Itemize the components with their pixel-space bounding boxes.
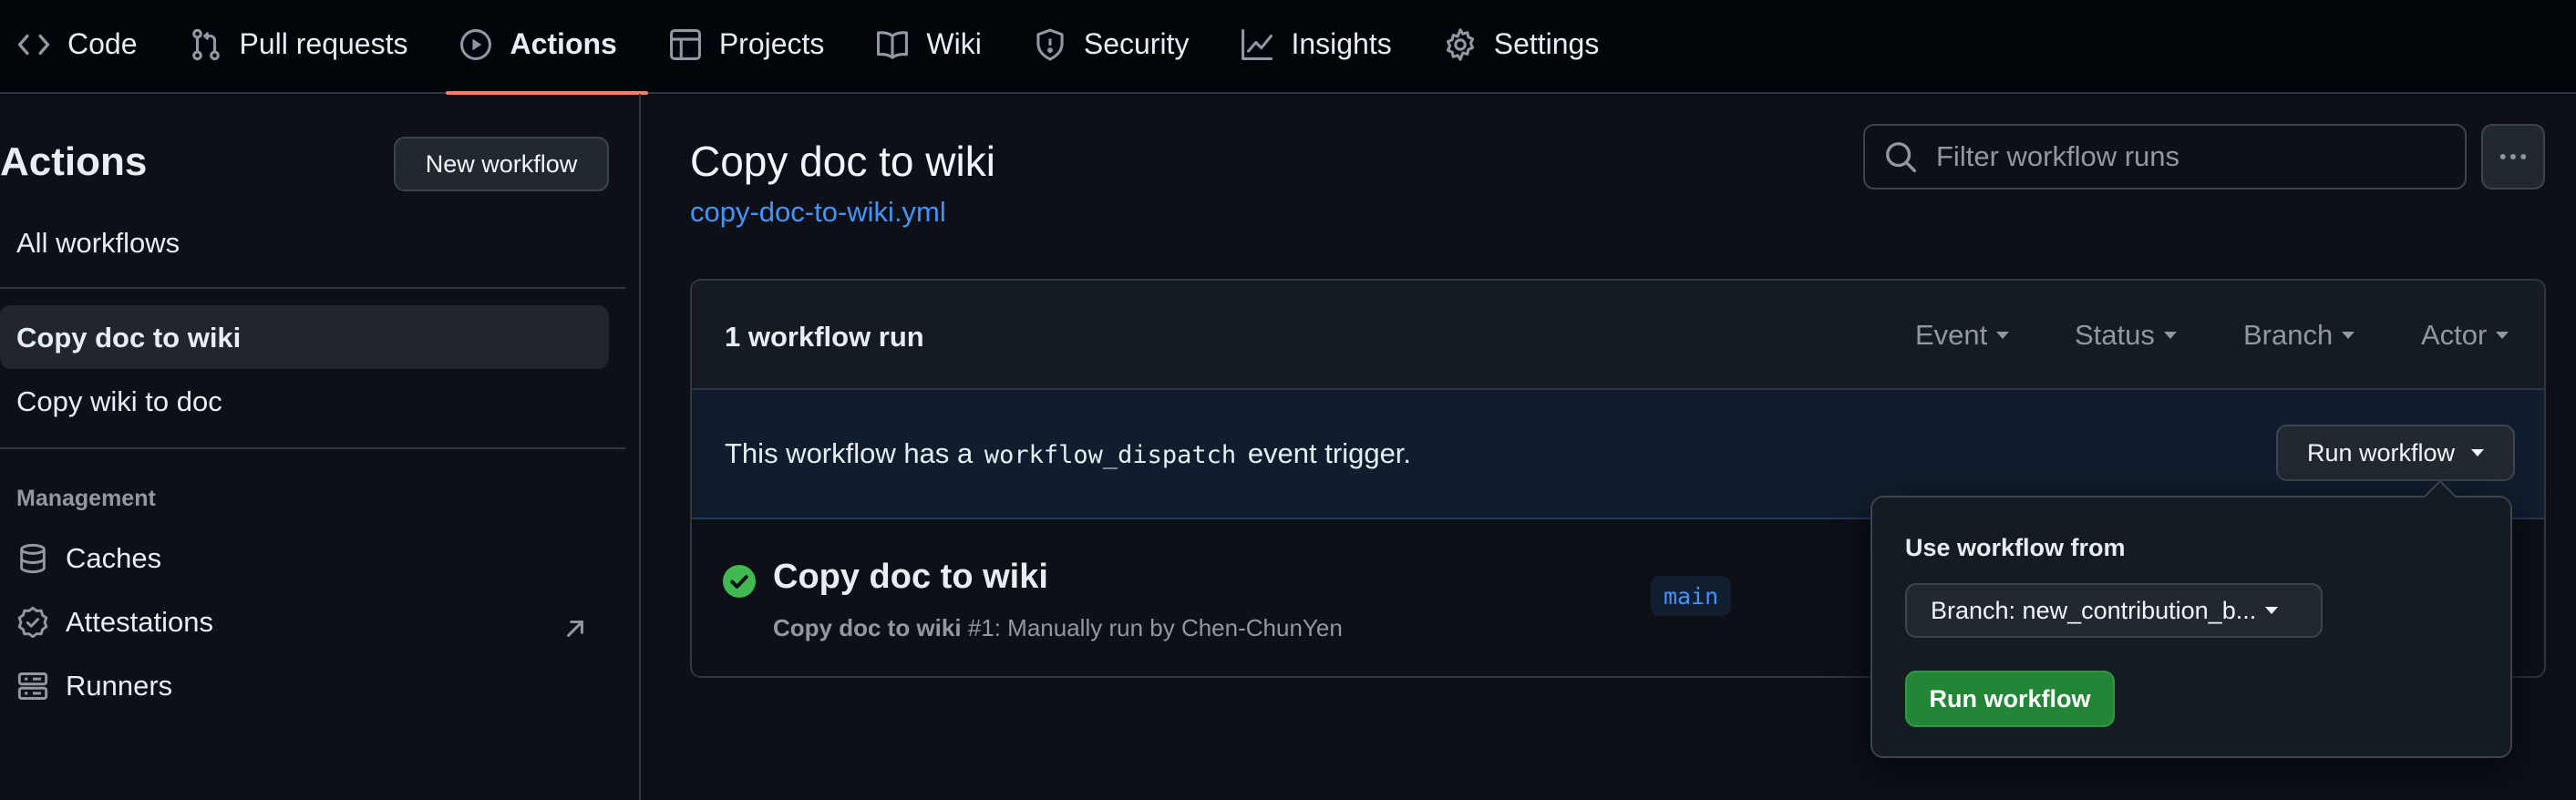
external-link-icon [560, 613, 591, 644]
runs-count: 1 workflow run [725, 321, 924, 353]
event-filter-label: Event [1915, 319, 1988, 351]
nav-pull-requests-label: Pull requests [239, 27, 408, 60]
nav-wiki-label: Wiki [926, 27, 982, 60]
caret-down-icon [2496, 332, 2509, 339]
filter-runs-field[interactable] [1863, 124, 2467, 190]
caret-down-icon [2163, 332, 2177, 339]
status-filter-label: Status [2075, 319, 2155, 351]
nav-pull-requests[interactable]: Pull requests [189, 0, 427, 93]
workflow-file-link[interactable]: copy-doc-to-wiki.yml [690, 196, 946, 229]
book-icon [875, 27, 910, 62]
branch-tag[interactable]: main [1651, 576, 1732, 616]
run-subtitle-detail: #1: Manually run by Chen-ChunYen [967, 614, 1343, 641]
sidebar-title: Actions [0, 139, 148, 184]
graph-icon [1240, 27, 1274, 62]
sidebar-item-attestations[interactable]: Attestations [16, 606, 600, 639]
nav-insights-label: Insights [1291, 27, 1392, 60]
sidebar-item-copy-doc-to-wiki[interactable]: Copy doc to wiki [16, 322, 241, 354]
branch-filter-label: Branch [2243, 319, 2334, 351]
filter-runs-input[interactable] [1936, 140, 2447, 173]
caret-down-icon [2471, 449, 2485, 456]
nav-code[interactable]: Code [16, 0, 156, 93]
runners-label: Runners [66, 670, 173, 702]
check-circle-icon [723, 565, 756, 598]
table-icon [668, 27, 703, 62]
play-icon [459, 27, 493, 62]
nav-projects-label: Projects [718, 27, 825, 60]
pull-request-icon [189, 27, 223, 62]
attestations-label: Attestations [66, 606, 213, 638]
nav-projects[interactable]: Projects [668, 0, 843, 93]
verified-icon [16, 606, 49, 639]
repo-nav: Code Pull requests Actions Projects Wiki… [0, 0, 2576, 95]
popover-title: Use workflow from [1905, 534, 2126, 561]
run-subtitle: Copy doc to wiki #1: Manually run by Che… [773, 614, 1343, 642]
sidebar-item-caches[interactable]: Caches [16, 542, 600, 575]
actor-filter-dropdown[interactable]: Actor [2421, 319, 2509, 352]
branch-filter-dropdown[interactable]: Branch [2243, 319, 2355, 352]
branch-select-button[interactable]: Branch: new_contribution_b... [1905, 583, 2323, 638]
run-workflow-dropdown-label: Run workflow [2306, 438, 2456, 467]
workflow-title: Copy doc to wiki [690, 138, 995, 185]
sidebar-item-runners[interactable]: Runners [16, 670, 600, 703]
more-options-button[interactable] [2481, 124, 2545, 190]
sidebar-divider [0, 447, 625, 449]
sidebar-divider [0, 287, 625, 289]
branch-select-label: Branch: new_contribution_b... [1931, 596, 2257, 624]
gear-icon [1443, 27, 1478, 62]
dispatch-code: workflow_dispatch [984, 441, 1237, 469]
dispatch-suffix: event trigger. [1247, 437, 1412, 469]
caret-down-icon [1996, 332, 2010, 339]
dispatch-prefix: This workflow has a [725, 437, 974, 469]
kebab-horizontal-icon [2497, 140, 2530, 173]
nav-actions[interactable]: Actions [446, 0, 649, 95]
event-filter-dropdown[interactable]: Event [1915, 319, 2010, 352]
sidebar: Actions New workflow All workflows Copy … [0, 94, 641, 800]
nav-security-label: Security [1083, 27, 1190, 60]
nav-wiki[interactable]: Wiki [875, 0, 999, 93]
nav-settings-label: Settings [1493, 27, 1600, 60]
code-icon [16, 27, 51, 62]
nav-actions-label: Actions [510, 27, 617, 60]
actor-filter-label: Actor [2421, 319, 2488, 351]
sidebar-item-all-workflows[interactable]: All workflows [16, 227, 180, 260]
caret-down-icon [2265, 607, 2279, 614]
search-icon [1883, 139, 1918, 174]
run-title-link[interactable]: Copy doc to wiki [773, 558, 1048, 597]
new-workflow-button[interactable]: New workflow [394, 137, 609, 191]
management-heading: Management [16, 486, 156, 511]
nav-security[interactable]: Security [1033, 0, 1208, 93]
database-icon [16, 542, 49, 575]
nav-code-label: Code [67, 27, 138, 60]
nav-settings[interactable]: Settings [1443, 0, 1618, 93]
caret-down-icon [2342, 332, 2355, 339]
nav-insights[interactable]: Insights [1240, 0, 1409, 93]
runs-header: 1 workflow run Event Status Branch Actor [692, 281, 2544, 390]
run-workflow-submit-button[interactable]: Run workflow [1905, 671, 2115, 727]
run-subtitle-workflow: Copy doc to wiki [773, 614, 962, 641]
server-icon [16, 670, 49, 703]
run-workflow-popover: Use workflow from Branch: new_contributi… [1870, 496, 2512, 758]
run-workflow-dropdown-button[interactable]: Run workflow [2276, 425, 2515, 481]
status-filter-dropdown[interactable]: Status [2075, 319, 2177, 352]
caches-label: Caches [66, 542, 162, 574]
dispatch-message: This workflow has a workflow_dispatch ev… [725, 437, 1411, 470]
shield-icon [1033, 27, 1067, 62]
sidebar-item-copy-wiki-to-doc[interactable]: Copy wiki to doc [16, 385, 222, 418]
